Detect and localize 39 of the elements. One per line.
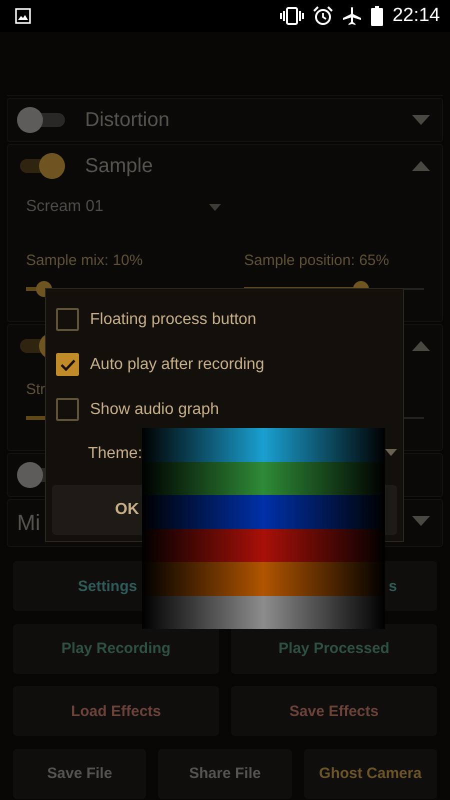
checkbox[interactable] (56, 398, 79, 421)
option-label: Auto play after recording (90, 356, 264, 374)
effect-title: Distortion (85, 108, 170, 132)
theme-option[interactable] (142, 462, 385, 495)
gallery-icon (15, 8, 31, 24)
action-button[interactable]: Save File (13, 748, 146, 798)
battery-icon (371, 6, 384, 26)
vibrate-icon (280, 7, 304, 25)
action-button[interactable]: Ghost Camera (304, 748, 437, 798)
alarm-icon (313, 6, 334, 26)
action-button[interactable]: Play Recording (13, 624, 219, 674)
toggle-switch[interactable] (17, 107, 65, 133)
clock-time: 22:14 (392, 5, 440, 27)
action-button[interactable]: Save Effects (231, 686, 437, 736)
expand-caret-icon[interactable] (412, 516, 430, 526)
effect-title: Sample (85, 154, 153, 178)
action-button[interactable]: Share File (158, 748, 292, 798)
airplane-icon (342, 6, 362, 26)
theme-label: Theme: (88, 445, 142, 463)
slider-label: Sample position: 65% (244, 252, 390, 269)
action-button[interactable]: Play Processed (231, 624, 437, 674)
slider-label: Str (26, 381, 46, 398)
collapse-caret-icon[interactable] (412, 161, 430, 171)
expand-caret-icon[interactable] (412, 115, 430, 125)
collapse-caret-icon[interactable] (412, 341, 430, 351)
theme-option[interactable] (142, 428, 385, 462)
dropdown-caret-icon[interactable] (385, 449, 397, 456)
theme-option[interactable] (142, 562, 385, 596)
option-label: Show audio graph (90, 400, 219, 418)
effect-title: Mi (17, 510, 40, 536)
theme-option[interactable] (142, 596, 385, 629)
action-button[interactable]: Load Effects (13, 686, 219, 736)
slider-label: Sample mix: 10% (26, 252, 143, 269)
checkbox[interactable] (56, 353, 79, 376)
dropdown-caret-icon (209, 204, 221, 210)
checkmark-icon (60, 358, 76, 370)
option-label: Floating process button (90, 310, 256, 328)
checkbox[interactable] (56, 308, 79, 331)
sample-dropdown[interactable]: Scream 01 (26, 195, 221, 219)
